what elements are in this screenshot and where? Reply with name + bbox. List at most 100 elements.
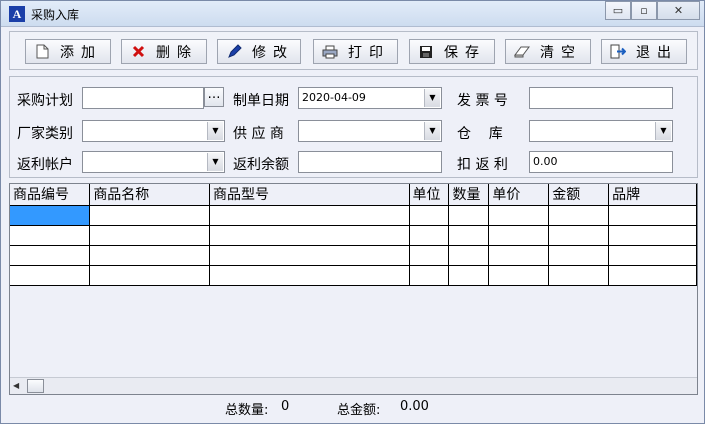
add-label: 添加 — [60, 44, 102, 61]
date-picker[interactable]: 2020-04-09 ▼ — [298, 87, 442, 109]
date-label: 制单日期 — [233, 93, 289, 109]
title-bar[interactable]: A 采购入库 ▭ ▫ ✕ — [1, 1, 704, 27]
delete-button[interactable]: 删除 — [121, 39, 207, 64]
table-cell[interactable] — [488, 225, 550, 246]
table-cell[interactable] — [548, 225, 610, 246]
column-header[interactable]: 商品型号 — [209, 184, 410, 206]
add-button[interactable]: 添加 — [25, 39, 111, 64]
restore-icon: ▫ — [640, 4, 648, 17]
rebate-account-select[interactable]: ▼ — [82, 151, 225, 173]
purchase-plan-field[interactable] — [82, 87, 204, 109]
delete-x-icon — [130, 44, 146, 60]
table-row — [10, 205, 697, 226]
vendor-type-select[interactable]: ▼ — [82, 120, 225, 142]
rebate-account-label: 返利帐户 — [17, 157, 73, 173]
table-cell[interactable] — [409, 265, 450, 286]
table-cell-selected[interactable] — [10, 205, 91, 226]
invoice-field[interactable] — [529, 87, 673, 109]
column-header[interactable]: 单价 — [488, 184, 550, 206]
supplier-select[interactable]: ▼ — [298, 120, 442, 142]
save-label: 保存 — [444, 44, 486, 61]
table-cell[interactable] — [608, 225, 697, 246]
pen-icon — [226, 44, 242, 60]
warehouse-label: 仓 库 — [457, 126, 503, 142]
table-cell[interactable] — [10, 245, 91, 266]
items-table: 商品编号 商品名称 商品型号 单位 数量 单价 金额 品牌 — [10, 184, 697, 286]
vendor-type-label: 厂家类别 — [17, 126, 73, 142]
warehouse-select[interactable]: ▼ — [529, 120, 673, 142]
scrollbar-thumb[interactable] — [27, 379, 44, 393]
eraser-icon — [514, 44, 530, 60]
column-header[interactable]: 商品编号 — [10, 184, 91, 206]
purchase-plan-browse-button[interactable]: … — [204, 87, 224, 107]
exit-button[interactable]: 退出 — [601, 39, 687, 64]
table-cell[interactable] — [209, 245, 410, 266]
chevron-down-icon[interactable]: ▼ — [207, 153, 223, 171]
table-cell[interactable] — [209, 265, 410, 286]
date-value: 2020-04-09 — [302, 91, 366, 104]
table-cell[interactable] — [409, 245, 450, 266]
chevron-down-icon[interactable]: ▼ — [655, 122, 671, 140]
table-cell[interactable] — [209, 225, 410, 246]
chevron-down-icon[interactable]: ▼ — [207, 122, 223, 140]
delete-label: 删除 — [156, 44, 198, 61]
purchase-plan-label: 采购计划 — [17, 93, 73, 109]
rebate-balance-label: 返利余额 — [233, 157, 289, 173]
exit-label: 退出 — [636, 44, 678, 61]
chevron-down-icon[interactable]: ▼ — [424, 122, 440, 140]
table-cell[interactable] — [10, 265, 91, 286]
purchase-inbound-window: A 采购入库 ▭ ▫ ✕ 添加 删除 修改 打印 保存 清空 退出 采购计划 …… — [0, 0, 705, 424]
table-cell[interactable] — [448, 245, 490, 266]
document-icon — [34, 44, 50, 60]
rebate-balance-field[interactable] — [298, 151, 442, 173]
column-header[interactable]: 商品名称 — [89, 184, 211, 206]
table-cell[interactable] — [89, 245, 211, 266]
table-cell[interactable] — [488, 245, 550, 266]
column-header[interactable]: 数量 — [448, 184, 490, 206]
edit-label: 修改 — [252, 44, 294, 61]
edit-button[interactable]: 修改 — [217, 39, 301, 64]
window-controls: ▭ ▫ ✕ — [605, 1, 700, 20]
table-cell[interactable] — [409, 225, 450, 246]
print-button[interactable]: 打印 — [313, 39, 398, 64]
table-cell[interactable] — [548, 245, 610, 266]
table-cell[interactable] — [409, 205, 450, 226]
table-cell[interactable] — [89, 225, 211, 246]
table-cell[interactable] — [10, 225, 91, 246]
restore-button[interactable]: ▫ — [631, 1, 657, 20]
invoice-label: 发 票 号 — [457, 93, 508, 109]
clear-label: 清空 — [540, 44, 582, 61]
column-header[interactable]: 单位 — [409, 184, 450, 206]
column-header[interactable]: 品牌 — [608, 184, 697, 206]
app-icon: A — [9, 6, 25, 22]
table-cell[interactable] — [209, 205, 410, 226]
table-cell[interactable] — [89, 205, 211, 226]
minimize-button[interactable]: ▭ — [605, 1, 631, 20]
table-cell[interactable] — [448, 225, 490, 246]
scroll-left-icon[interactable]: ◀ — [13, 381, 19, 390]
total-amount-label: 总金额: — [337, 403, 381, 418]
table-cell[interactable] — [548, 265, 610, 286]
save-button[interactable]: 保存 — [409, 39, 495, 64]
horizontal-scrollbar[interactable]: ◀ — [10, 377, 697, 394]
table-cell[interactable] — [608, 205, 697, 226]
table-cell[interactable] — [608, 245, 697, 266]
chevron-down-icon[interactable]: ▼ — [424, 89, 440, 107]
total-amount-value: 0.00 — [400, 399, 429, 414]
table-header-row: 商品编号 商品名称 商品型号 单位 数量 单价 金额 品牌 — [10, 184, 697, 206]
table-cell[interactable] — [89, 265, 211, 286]
items-grid[interactable]: 商品编号 商品名称 商品型号 单位 数量 单价 金额 品牌 ◀ — [9, 183, 698, 395]
table-cell[interactable] — [448, 265, 490, 286]
total-qty-label: 总数量: — [225, 403, 269, 418]
column-header[interactable]: 金额 — [548, 184, 610, 206]
supplier-label: 供 应 商 — [233, 126, 284, 142]
table-cell[interactable] — [488, 265, 550, 286]
close-button[interactable]: ✕ — [657, 1, 700, 20]
table-cell[interactable] — [488, 205, 550, 226]
clear-button[interactable]: 清空 — [505, 39, 591, 64]
rebate-deduct-field[interactable]: 0.00 — [529, 151, 673, 173]
table-cell[interactable] — [448, 205, 490, 226]
window-title: 采购入库 — [31, 8, 80, 22]
table-cell[interactable] — [608, 265, 697, 286]
table-cell[interactable] — [548, 205, 610, 226]
